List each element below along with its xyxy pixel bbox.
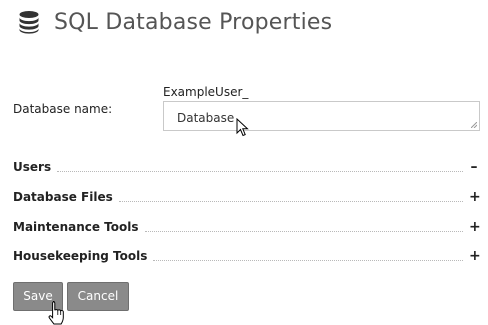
section-maintenance-tools[interactable]: Maintenance Tools + [13, 217, 481, 237]
expand-icon[interactable]: + [469, 220, 481, 234]
expand-icon[interactable]: + [469, 190, 481, 204]
database-name-label: Database name: [13, 102, 113, 116]
page-title: SQL Database Properties [54, 9, 333, 35]
section-title: Maintenance Tools [13, 220, 145, 234]
resize-grip-icon[interactable] [471, 122, 477, 128]
section-housekeeping-tools[interactable]: Housekeeping Tools + [13, 246, 481, 266]
divider [153, 259, 463, 261]
expand-icon[interactable]: + [469, 249, 481, 263]
divider [118, 200, 463, 202]
mouse-pointer-icon [236, 118, 249, 137]
section-title: Users [13, 160, 58, 174]
database-name-input[interactable]: Database [163, 101, 480, 131]
hand-pointer-icon [48, 301, 64, 325]
database-icon [19, 11, 39, 34]
section-title: Database Files [13, 190, 119, 204]
collapse-icon[interactable]: – [469, 160, 479, 174]
divider [57, 170, 463, 172]
page-header: SQL Database Properties [18, 6, 332, 38]
page: SQL Database Properties ExampleUser_ Dat… [0, 0, 488, 325]
cancel-button[interactable]: Cancel [67, 282, 129, 311]
section-database-files[interactable]: Database Files + [13, 187, 481, 207]
section-title: Housekeeping Tools [13, 249, 154, 263]
divider [144, 230, 463, 232]
section-users[interactable]: Users – [13, 157, 479, 177]
database-name-value: Database [177, 111, 235, 125]
database-name-prefix: ExampleUser_ [163, 85, 249, 99]
